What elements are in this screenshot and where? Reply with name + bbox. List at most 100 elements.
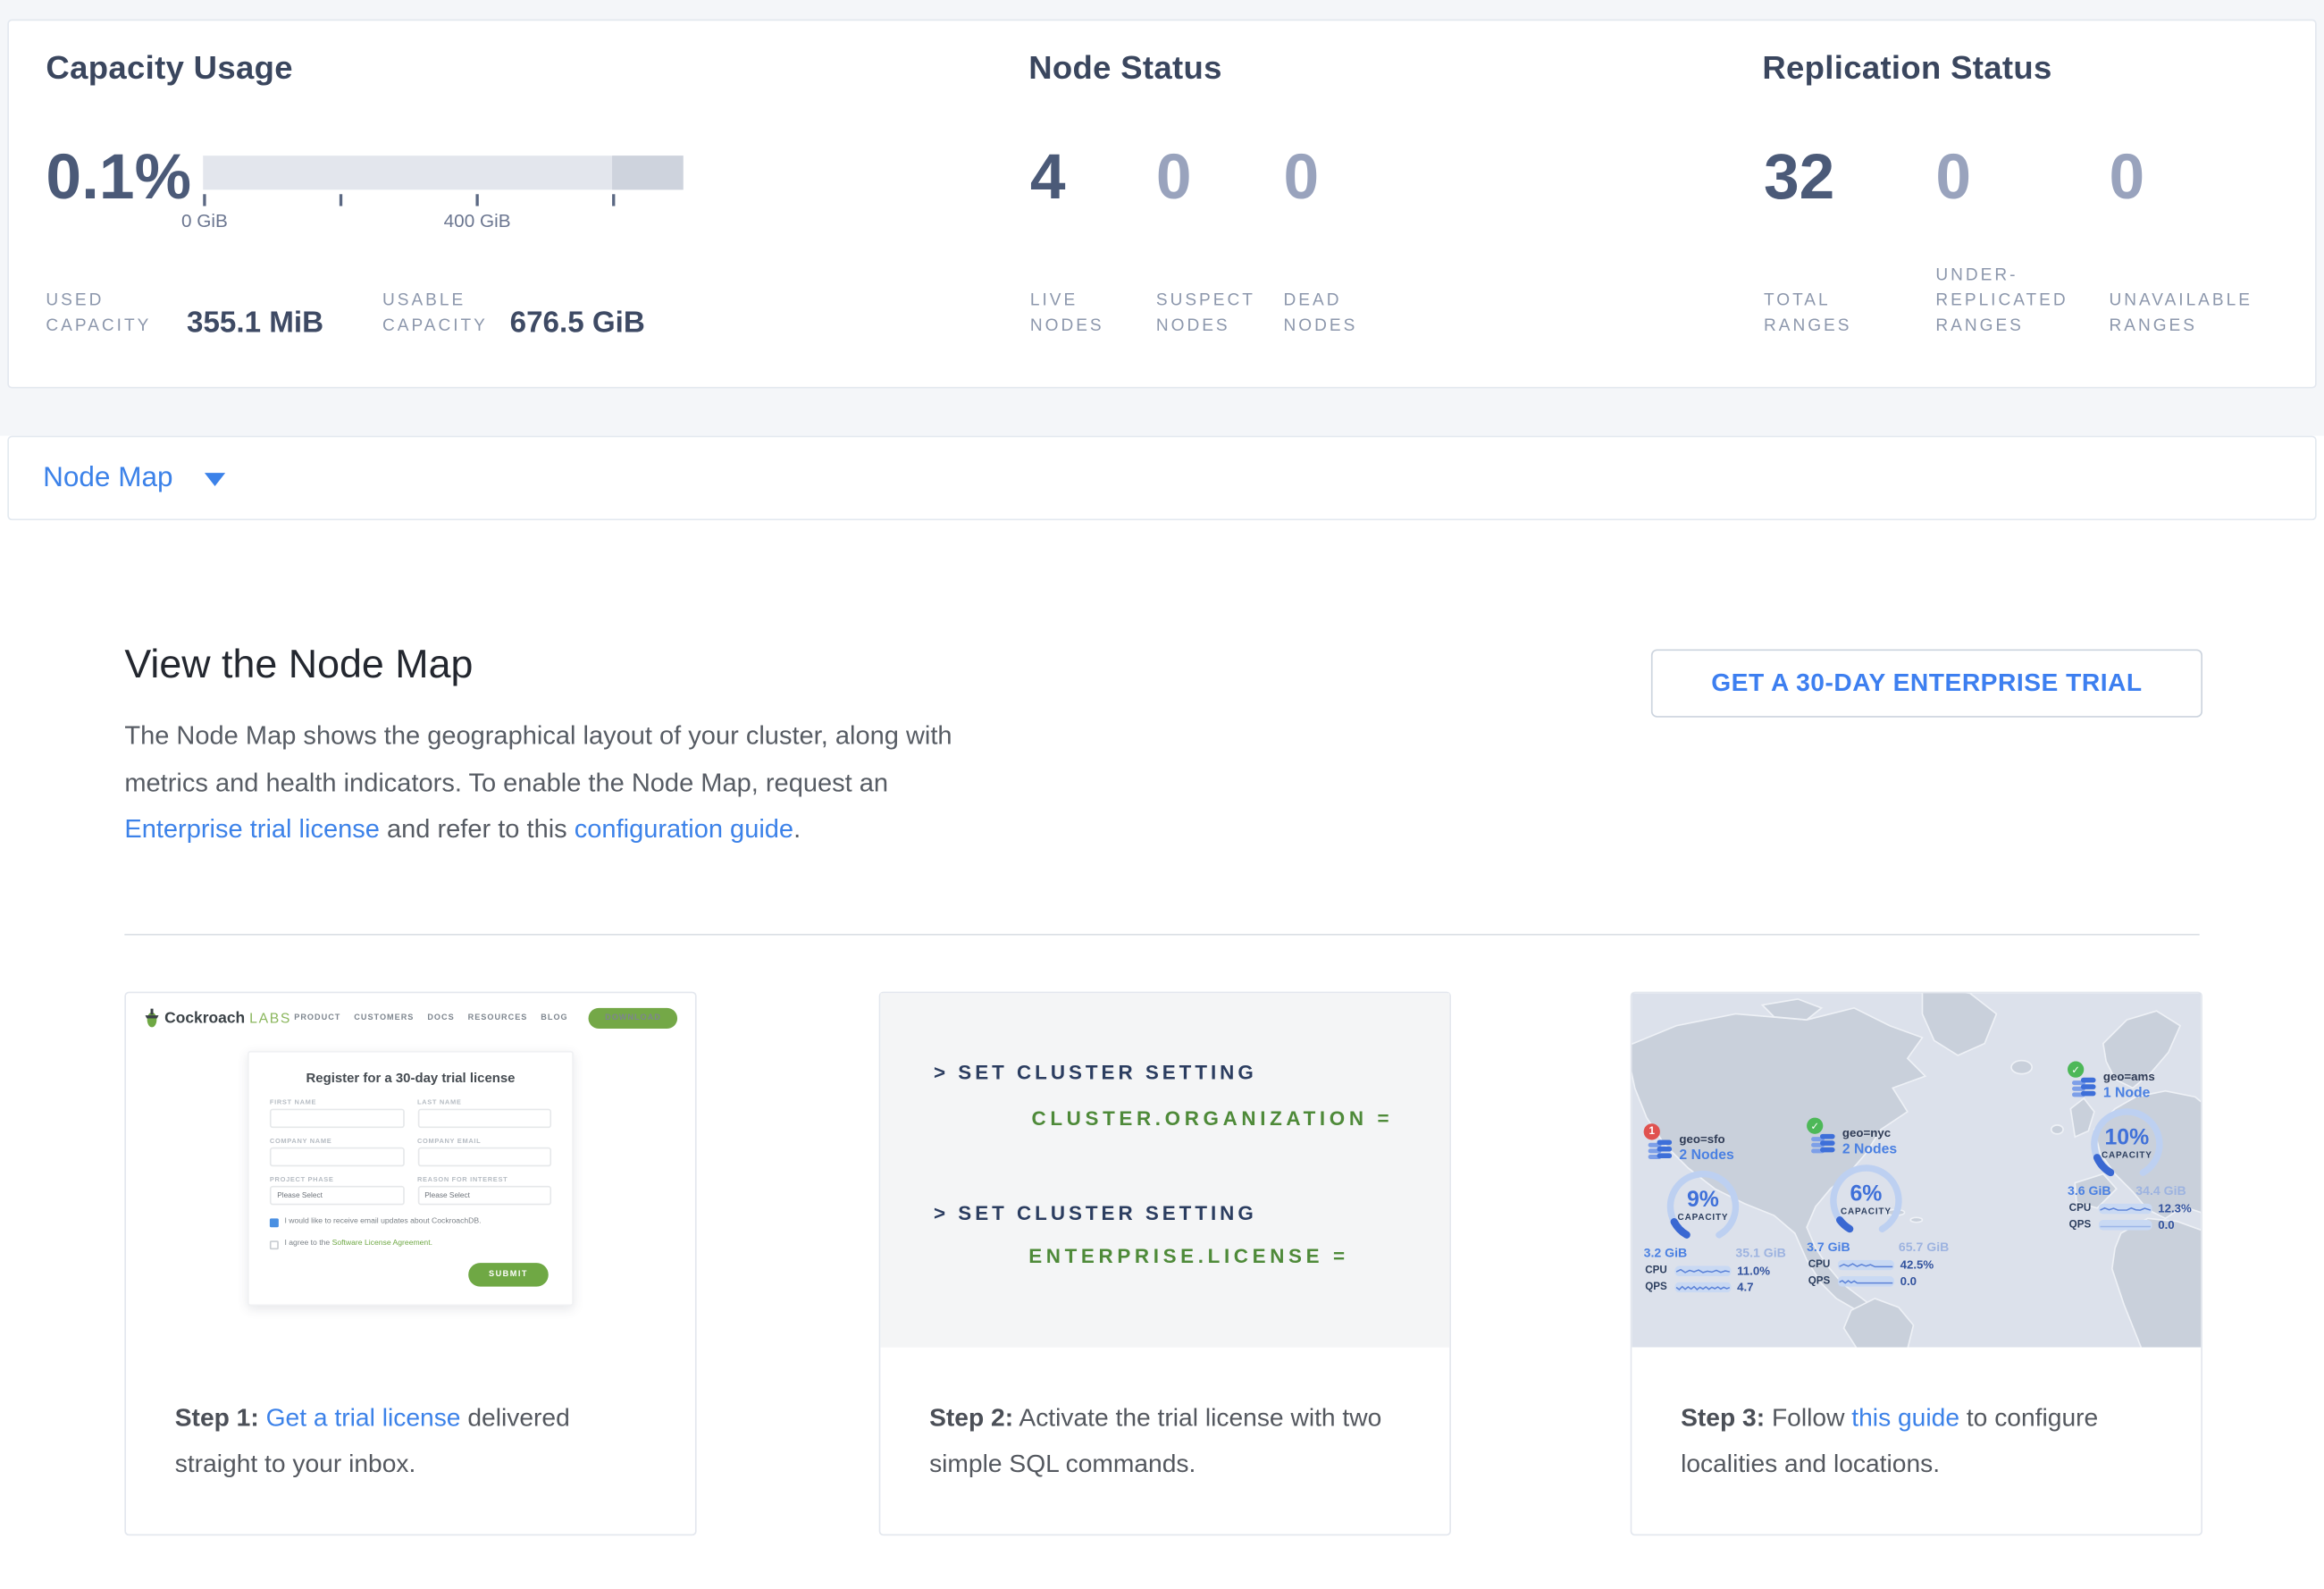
cpu-sparkline [1674, 1265, 1731, 1276]
first-name-field: FIRST NAME [270, 1098, 404, 1128]
last-name-field: LAST NAME [417, 1098, 551, 1128]
capacity-used-percent: 0.1% [46, 148, 191, 207]
enterprise-trial-license-link[interactable]: Enterprise trial license [124, 814, 380, 844]
project-phase-field: PROJECT PHASE Please Select [270, 1175, 404, 1205]
step-2-caption: Step 2: Activate the trial license with … [929, 1395, 1411, 1487]
minisite-nav-item: DOCS [427, 1013, 454, 1022]
email-updates-checkbox-row: I would like to receive email updates ab… [270, 1217, 551, 1228]
database-stack-icon [1811, 1132, 1836, 1157]
capacity-bar [203, 156, 683, 189]
step-3-caption: Step 3: Follow this guide to configure l… [1681, 1395, 2162, 1487]
cockroach-labs-text: LABS [249, 1010, 291, 1026]
description-text: and refer to this [380, 814, 575, 844]
cpu-sparkline [1838, 1260, 1894, 1271]
capacity-gauge: 10% CAPACITY [2088, 1106, 2165, 1182]
node-map-preview: 1 geo=sfo 2 Nodes 9% CAPACITY [1632, 993, 2201, 1347]
under-replicated-ranges-label: UNDER- REPLICATED RANGES [1935, 264, 2068, 340]
qps-sparkline [1838, 1276, 1894, 1287]
trial-license-form: Register for a 30-day trial license FIRS… [248, 1051, 574, 1306]
minisite-nav-item: CUSTOMERS [354, 1013, 414, 1022]
minisite-nav-item: PRODUCT [294, 1013, 340, 1022]
minisite-nav-item: BLOG [541, 1013, 567, 1022]
cluster-name: geo=ams [2103, 1070, 2155, 1083]
cluster-cpu-value: 42.5% [1900, 1258, 1934, 1272]
used-capacity-label: USED CAPACITY [46, 289, 151, 339]
reason-for-interest-field: REASON FOR INTEREST Please Select [417, 1175, 551, 1205]
company-email-field: COMPANY EMAIL [417, 1137, 551, 1166]
minisite-nav: PRODUCT CUSTOMERS DOCS RESOURCES BLOG DO… [294, 1008, 677, 1029]
this-guide-link[interactable]: this guide [1851, 1404, 1959, 1433]
cockroach-labs-logo-icon [144, 1008, 160, 1029]
trial-signup-screenshot: Cockroach LABS PRODUCT CUSTOMERS DOCS RE… [126, 993, 695, 1347]
capacity-axis-tick [203, 194, 206, 206]
dead-nodes-label: DEAD NODES [1284, 289, 1358, 339]
summary-panel: Capacity Usage 0.1% 0 GiB 400 GiB USED C… [7, 20, 2316, 389]
unavailable-ranges-count: 0 [2109, 148, 2144, 207]
minisite-submit-button: SUBMIT [468, 1263, 549, 1287]
software-license-agreement-link: Software License Agreement. [332, 1240, 432, 1248]
capacity-gauge: 9% CAPACITY [1665, 1168, 1741, 1245]
qps-sparkline [1674, 1282, 1731, 1293]
qps-sparkline [2099, 1220, 2152, 1231]
used-capacity-value: 355.1 MiB [187, 307, 323, 340]
cpu-sparkline [2099, 1204, 2152, 1215]
sql-command-1-arg: CLUSTER.ORGANIZATION = [1032, 1107, 1394, 1130]
node-map-dropdown[interactable]: Node Map [7, 436, 2316, 521]
database-stack-icon [1649, 1139, 1674, 1164]
cluster-cpu-value: 11.0% [1737, 1265, 1770, 1278]
capacity-axis-label-400: 400 GiB [418, 211, 537, 231]
license-agreement-checkbox-row: I agree to the Software License Agreemen… [270, 1240, 551, 1250]
capacity-axis-tick [340, 194, 342, 206]
capacity-axis-label-0: 0 GiB [146, 211, 264, 231]
step-1-card: Cockroach LABS PRODUCT CUSTOMERS DOCS RE… [124, 992, 696, 1536]
capacity-bar-reserved-segment [612, 156, 684, 189]
dead-nodes-count: 0 [1284, 148, 1320, 207]
step-2-card: > SET CLUSTER SETTING CLUSTER.ORGANIZATI… [879, 992, 1451, 1536]
cluster-qps-value: 0.0 [2158, 1218, 2174, 1232]
cluster-qps-value: 0.0 [1900, 1274, 1917, 1288]
cluster-total-capacity: 34.4 GiB [2135, 1183, 2186, 1198]
sql-command-2-arg: ENTERPRISE.LICENSE = [1028, 1245, 1349, 1267]
cluster-used-capacity: 3.2 GiB [1644, 1245, 1688, 1260]
cluster-total-capacity: 35.1 GiB [1735, 1245, 1785, 1260]
configuration-guide-link[interactable]: configuration guide [575, 814, 793, 844]
minisite-download-button: DOWNLOAD [589, 1008, 677, 1029]
cluster-name: geo=sfo [1679, 1132, 1724, 1146]
step-3-card: 1 geo=sfo 2 Nodes 9% CAPACITY [1631, 992, 2202, 1536]
cluster-cpu-value: 12.3% [2158, 1202, 2192, 1215]
suspect-nodes-count: 0 [1156, 148, 1192, 207]
usable-capacity-label: USABLE CAPACITY [382, 289, 488, 339]
node-status-title: Node Status [1028, 49, 1222, 88]
description-text: The Node Map shows the geographical layo… [124, 720, 952, 796]
cluster-node-count: 2 Nodes [1679, 1148, 1733, 1164]
total-ranges-label: TOTAL RANGES [1764, 289, 1851, 339]
node-map-description: The Node Map shows the geographical layo… [124, 713, 977, 853]
section-divider [124, 934, 2199, 936]
cluster-total-capacity: 65.7 GiB [1899, 1240, 1949, 1255]
cluster-qps-value: 4.7 [1737, 1281, 1753, 1294]
cluster-used-capacity: 3.7 GiB [1807, 1240, 1850, 1255]
cluster-name: geo=nyc [1842, 1127, 1891, 1140]
node-map-section: View the Node Map The Node Map shows the… [0, 523, 2324, 1589]
cluster-node-count: 2 Nodes [1842, 1141, 1897, 1157]
live-nodes-count: 4 [1030, 148, 1066, 207]
minisite-nav-item: RESOURCES [468, 1013, 528, 1022]
company-name-field: COMPANY NAME [270, 1137, 404, 1166]
step-1-caption: Step 1: Get a trial license delivered st… [175, 1395, 657, 1487]
sql-command-1: > SET CLUSTER SETTING [934, 1062, 1257, 1084]
page-title: View the Node Map [124, 642, 473, 687]
checked-checkbox-icon [270, 1218, 279, 1227]
form-title: Register for a 30-day trial license [270, 1070, 551, 1085]
capacity-usage-title: Capacity Usage [46, 49, 292, 88]
cluster-used-capacity: 3.6 GiB [2068, 1183, 2111, 1198]
error-badge-icon: 1 [1644, 1123, 1660, 1139]
under-replicated-ranges-count: 0 [1935, 148, 1971, 207]
live-nodes-label: LIVE NODES [1030, 289, 1104, 339]
cluster-node-count: 1 Node [2103, 1085, 2151, 1101]
unchecked-checkbox-icon [270, 1240, 279, 1249]
healthy-badge-icon: ✓ [2068, 1062, 2084, 1078]
database-stack-icon [2072, 1076, 2097, 1101]
get-trial-license-link[interactable]: Get a trial license [266, 1404, 461, 1433]
sql-command-2: > SET CLUSTER SETTING [934, 1202, 1257, 1224]
get-enterprise-trial-button[interactable]: GET A 30-DAY ENTERPRISE TRIAL [1651, 649, 2202, 717]
